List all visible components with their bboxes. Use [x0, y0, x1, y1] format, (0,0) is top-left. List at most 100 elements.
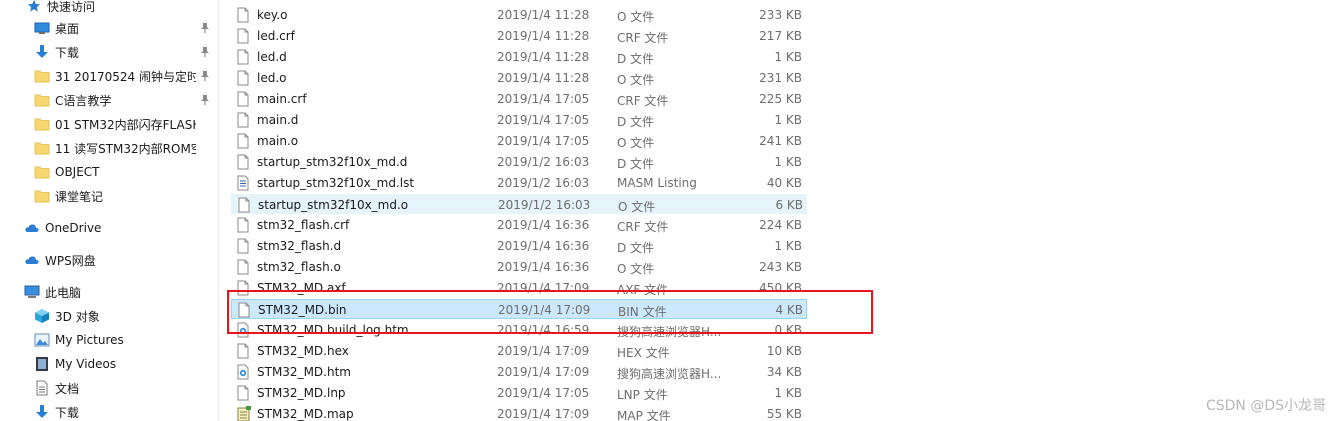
- file-modified-date: 2019/1/4 16:36: [497, 218, 590, 232]
- nav-item[interactable]: 下载: [0, 40, 218, 64]
- download-arrow-icon: [34, 44, 50, 60]
- file-row[interactable]: startup_stm32f10x_md.o 2019/1/2 16:03 O 文件…: [231, 194, 807, 214]
- cube-3d-icon: [34, 308, 50, 324]
- file-explorer-window: 快速访问桌面下载 31 20170524 闹钟与定时器 C语言教学 01 STM32内…: [0, 0, 1340, 421]
- file-row[interactable]: led.d 2019/1/4 11:28 D 文件 1 KB: [231, 47, 807, 67]
- file-size: 1 KB: [774, 155, 802, 169]
- file-name: main.crf: [257, 92, 307, 106]
- nav-item[interactable]: My Pictures: [0, 328, 218, 352]
- file-name: stm32_flash.d: [257, 239, 342, 253]
- nav-item-label: 01 STM32内部闪存FLASH编程: [55, 117, 196, 132]
- computer-icon: [24, 284, 40, 300]
- nav-item-label: My Videos: [55, 357, 117, 371]
- nav-item[interactable]: My Videos: [0, 352, 218, 376]
- file-name: key.o: [257, 8, 288, 22]
- pictures-icon: [34, 332, 50, 348]
- file-list[interactable]: key.o 2019/1/4 11:28 O 文件 233 KB led.crf 2019…: [219, 0, 1340, 421]
- file-type: O 文件: [617, 136, 655, 150]
- nav-item[interactable]: WPS网盘: [0, 248, 218, 272]
- file-icon: [236, 217, 252, 233]
- file-row[interactable]: STM32_MD.lnp 2019/1/4 17:05 LNP 文件 1 KB: [231, 383, 807, 403]
- file-modified-date: 2019/1/4 17:09: [498, 303, 591, 317]
- nav-item[interactable]: OBJECT: [0, 160, 218, 184]
- file-size: 450 KB: [759, 281, 802, 295]
- pin-icon[interactable]: [200, 70, 210, 82]
- video-icon: [34, 356, 50, 372]
- nav-item-label: 31 20170524 闹钟与定时器: [55, 69, 196, 84]
- cloud-icon: [24, 220, 40, 236]
- nav-item[interactable]: 31 20170524 闹钟与定时器: [0, 64, 218, 88]
- nav-item-label: WPS网盘: [45, 253, 96, 268]
- browser-html-icon: [236, 364, 252, 380]
- file-icon: [236, 343, 252, 359]
- file-row[interactable]: main.d 2019/1/4 17:05 D 文件 1 KB: [231, 110, 807, 130]
- file-row[interactable]: stm32_flash.o 2019/1/4 16:36 O 文件 243 KB: [231, 257, 807, 277]
- nav-item[interactable]: C语言教学: [0, 88, 218, 112]
- file-type: CRF 文件: [617, 94, 669, 108]
- file-name: STM32_MD.bin: [258, 303, 347, 317]
- file-icon: [237, 302, 253, 318]
- nav-item[interactable]: 此电脑: [0, 280, 218, 304]
- nav-item-label: 桌面: [55, 21, 80, 36]
- file-modified-date: 2019/1/4 16:36: [497, 260, 590, 274]
- file-row[interactable]: STM32_MD.bin 2019/1/4 17:09 BIN 文件 4 KB: [231, 299, 807, 319]
- file-modified-date: 2019/1/4 17:05: [497, 386, 590, 400]
- file-row[interactable]: main.crf 2019/1/4 17:05 CRF 文件 225 KB: [231, 89, 807, 109]
- file-type: D 文件: [617, 52, 655, 66]
- file-name: STM32_MD.map: [257, 407, 354, 421]
- file-modified-date: 2019/1/4 17:05: [497, 134, 590, 148]
- text-file-icon: [236, 175, 252, 191]
- file-name: stm32_flash.crf: [257, 218, 350, 232]
- file-size: 1 KB: [774, 50, 802, 64]
- nav-item[interactable]: 3D 对象: [0, 304, 218, 328]
- file-modified-date: 2019/1/4 17:05: [497, 113, 590, 127]
- file-modified-date: 2019/1/4 16:36: [497, 239, 590, 253]
- file-type: 搜狗高速浏览器H...: [617, 367, 722, 381]
- nav-item[interactable]: 桌面: [0, 16, 218, 40]
- file-row[interactable]: stm32_flash.crf 2019/1/4 16:36 CRF 文件 224 K…: [231, 215, 807, 235]
- file-row[interactable]: STM32_MD.build_log.htm 2019/1/4 16:59 搜狗高速…: [231, 320, 807, 340]
- pin-icon[interactable]: [200, 46, 210, 58]
- watermark: CSDN @DS小龙哥: [1205, 398, 1326, 414]
- nav-item-label: 快速访问: [47, 0, 96, 14]
- file-type: CRF 文件: [617, 220, 669, 234]
- file-row[interactable]: led.o 2019/1/4 11:28 O 文件 231 KB: [231, 68, 807, 88]
- download-arrow-icon: [34, 404, 50, 420]
- file-name: STM32_MD.lnp: [257, 386, 346, 400]
- nav-item-label: 文档: [55, 381, 80, 396]
- file-name: led.crf: [257, 29, 295, 43]
- file-size: 0 KB: [774, 323, 802, 337]
- nav-item[interactable]: 下载: [0, 400, 218, 421]
- file-row[interactable]: STM32_MD.axf 2019/1/4 17:09 AXF 文件 450 KB: [231, 278, 807, 298]
- file-modified-date: 2019/1/4 11:28: [497, 8, 590, 22]
- file-row[interactable]: STM32_MD.hex 2019/1/4 17:09 HEX 文件 10 KB: [231, 341, 807, 361]
- file-type: O 文件: [617, 262, 655, 276]
- file-name: STM32_MD.axf: [257, 281, 346, 295]
- folder-icon: [34, 92, 50, 108]
- file-icon: [236, 49, 252, 65]
- pin-icon[interactable]: [200, 22, 210, 34]
- file-row[interactable]: STM32_MD.htm 2019/1/4 17:09 搜狗高速浏览器H... 34 …: [231, 362, 807, 382]
- nav-item[interactable]: 01 STM32内部闪存FLASH编程: [0, 112, 218, 136]
- file-row[interactable]: startup_stm32f10x_md.lst 2019/1/2 16:03 MA…: [231, 173, 807, 193]
- file-size: 233 KB: [759, 8, 802, 22]
- file-row[interactable]: stm32_flash.d 2019/1/4 16:36 D 文件 1 KB: [231, 236, 807, 256]
- file-row[interactable]: key.o 2019/1/4 11:28 O 文件 233 KB: [231, 5, 807, 25]
- notepad-file-icon: [236, 406, 252, 421]
- file-row[interactable]: led.crf 2019/1/4 11:28 CRF 文件 217 KB: [231, 26, 807, 46]
- nav-item[interactable]: 文档: [0, 376, 218, 400]
- nav-item[interactable]: 11 读写STM32内部ROM空间遥: [0, 136, 218, 160]
- file-size: 217 KB: [759, 29, 802, 43]
- nav-item-label: 下载: [55, 405, 80, 420]
- pin-icon[interactable]: [200, 94, 210, 106]
- file-icon: [236, 112, 252, 128]
- file-name: led.o: [257, 71, 287, 85]
- folder-icon: [34, 140, 50, 156]
- nav-item[interactable]: OneDrive: [0, 216, 218, 240]
- nav-item[interactable]: 课堂笔记: [0, 184, 218, 208]
- file-modified-date: 2019/1/2 16:03: [498, 198, 591, 212]
- file-row[interactable]: STM32_MD.map 2019/1/4 17:09 MAP 文件 55 KB: [231, 404, 807, 421]
- navigation-pane[interactable]: 快速访问桌面下载 31 20170524 闹钟与定时器 C语言教学 01 STM32内…: [0, 0, 219, 421]
- file-row[interactable]: startup_stm32f10x_md.d 2019/1/2 16:03 D 文件…: [231, 152, 807, 172]
- file-row[interactable]: main.o 2019/1/4 17:05 O 文件 241 KB: [231, 131, 807, 151]
